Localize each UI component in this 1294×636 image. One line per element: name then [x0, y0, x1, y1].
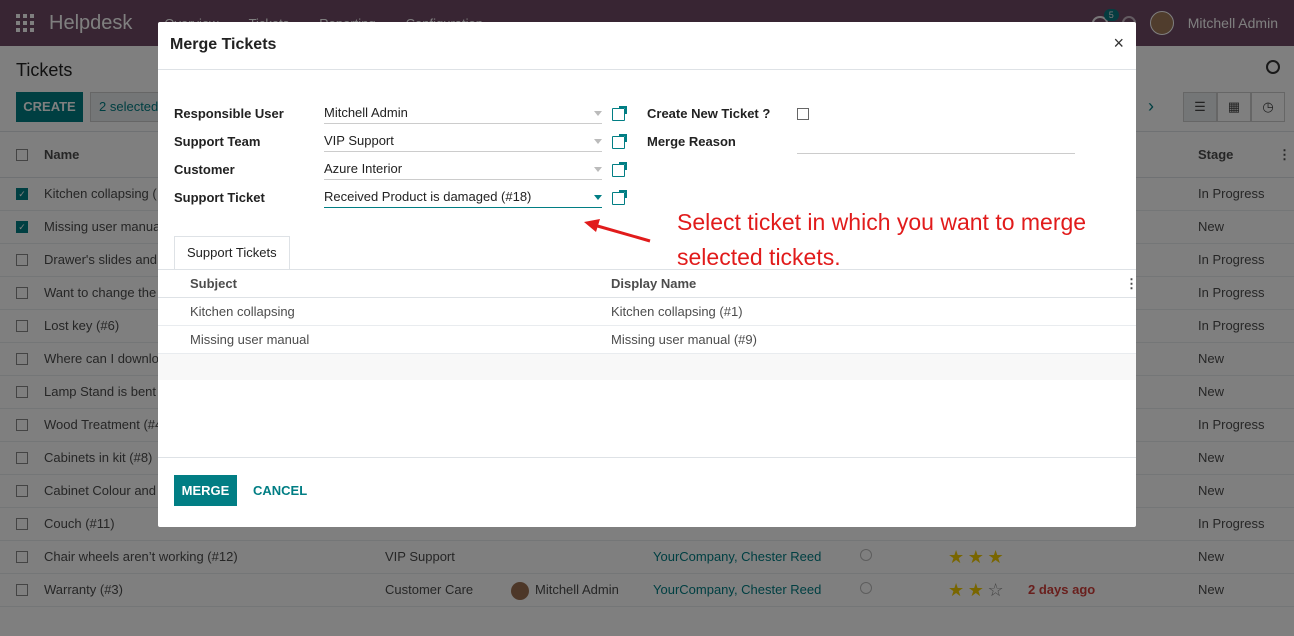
external-link-icon[interactable]	[612, 134, 627, 149]
row-display-name: Missing user manual (#9)	[611, 332, 757, 347]
subtable-empty-row	[158, 354, 1136, 380]
label-responsible-user: Responsible User	[174, 106, 284, 121]
subtable-row[interactable]: Missing user manual Missing user manual …	[158, 326, 1136, 354]
column-subject[interactable]: Subject	[190, 270, 237, 298]
support-team-value: VIP Support	[324, 133, 394, 148]
chevron-down-icon[interactable]	[594, 139, 602, 144]
subtable-row[interactable]: Kitchen collapsing Kitchen collapsing (#…	[158, 298, 1136, 326]
cancel-button[interactable]: CANCEL	[253, 475, 307, 506]
external-link-icon[interactable]	[612, 190, 627, 205]
dialog-header: Merge Tickets ×	[158, 22, 1136, 70]
external-link-icon[interactable]	[612, 162, 627, 177]
row-display-name: Kitchen collapsing (#1)	[611, 304, 743, 319]
customer-field[interactable]: Azure Interior	[324, 160, 602, 180]
tab-support-tickets[interactable]: Support Tickets	[174, 236, 290, 270]
annotation-arrow	[584, 219, 651, 243]
responsible-user-value: Mitchell Admin	[324, 105, 408, 120]
label-create-new-ticket: Create New Ticket ?	[647, 106, 771, 121]
label-support-team: Support Team	[174, 134, 261, 149]
row-subject: Kitchen collapsing	[190, 304, 295, 319]
support-ticket-value: Received Product is damaged (#18)	[324, 189, 532, 204]
label-customer: Customer	[174, 162, 235, 177]
chevron-down-icon[interactable]	[594, 167, 602, 172]
external-link-icon[interactable]	[612, 106, 627, 121]
create-new-ticket-checkbox[interactable]	[797, 108, 809, 120]
dialog-footer: MERGE CANCEL	[158, 457, 1136, 527]
chevron-down-icon[interactable]	[594, 111, 602, 116]
close-icon[interactable]: ×	[1113, 33, 1124, 54]
annotation-text: Select ticket in which you want to merge…	[677, 209, 1087, 270]
responsible-user-field[interactable]: Mitchell Admin	[324, 104, 602, 124]
merge-reason-field[interactable]	[797, 134, 1075, 154]
row-subject: Missing user manual	[190, 332, 310, 347]
label-merge-reason: Merge Reason	[647, 134, 736, 149]
label-support-ticket: Support Ticket	[174, 190, 265, 205]
customer-value: Azure Interior	[324, 161, 403, 176]
dialog-title: Merge Tickets	[170, 36, 277, 53]
chevron-down-icon[interactable]	[594, 195, 602, 200]
merge-button[interactable]: MERGE	[174, 475, 237, 506]
support-team-field[interactable]: VIP Support	[324, 132, 602, 152]
support-ticket-field[interactable]: Received Product is damaged (#18)	[324, 188, 602, 208]
